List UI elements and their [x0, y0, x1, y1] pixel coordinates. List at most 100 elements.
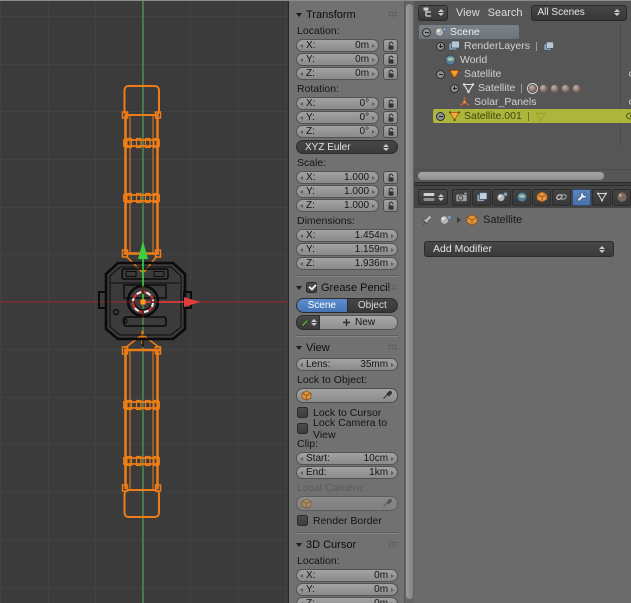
visibility-eye-icon[interactable] — [625, 110, 631, 122]
panel-drag-dots[interactable] — [388, 11, 398, 18]
tab-scene[interactable] — [492, 189, 511, 206]
tab-constraints[interactable] — [552, 189, 571, 206]
scale-x-field[interactable]: X:1.000 — [296, 171, 379, 184]
outliner-row-solar-panels[interactable]: Solar_Panels — [455, 95, 631, 109]
material-sphere-icon[interactable] — [572, 84, 581, 93]
collapse-toggle-icon[interactable] — [436, 70, 445, 79]
lock-button[interactable] — [383, 39, 398, 52]
panel-drag-dots[interactable] — [388, 284, 398, 291]
collapse-toggle-icon[interactable] — [422, 28, 431, 37]
grease-pencil-checkbox[interactable] — [306, 282, 317, 293]
collapse-arrow-icon — [296, 346, 302, 350]
mesh-data-icon — [462, 82, 475, 94]
lock-button[interactable] — [383, 97, 398, 110]
outliner-row-world[interactable]: World — [441, 53, 631, 67]
eyedropper-icon[interactable] — [382, 495, 393, 513]
rotation-z-field[interactable]: Z:0° — [296, 125, 379, 138]
lock-button[interactable] — [383, 185, 398, 198]
rotation-mode-dropdown[interactable]: XYZ Euler — [296, 140, 398, 154]
panel-drag-dots[interactable] — [388, 344, 398, 351]
cursor-x-field[interactable]: X:0m — [296, 569, 398, 582]
breadcrumb-object-name[interactable]: Satellite — [483, 214, 522, 226]
lock-to-object-field[interactable] — [296, 388, 398, 403]
outliner-row-satellite[interactable]: Satellite — [433, 67, 631, 81]
tab-render-layers[interactable] — [472, 189, 491, 206]
dimensions-z-field[interactable]: Z:1.936m — [296, 257, 398, 270]
scrollbar-thumb[interactable] — [418, 172, 604, 180]
tab-object-data[interactable] — [592, 189, 611, 206]
material-sphere-icon[interactable] — [561, 84, 570, 93]
material-sphere-icon[interactable] — [528, 84, 537, 93]
outliner-row-satellite-mesh[interactable]: Satellite — [447, 81, 631, 95]
material-sphere-icon[interactable] — [539, 84, 548, 93]
outliner-row-satellite-001[interactable]: Satellite.001 — [433, 109, 631, 123]
editor-type-button[interactable] — [418, 5, 448, 21]
lock-camera-checkbox[interactable] — [297, 423, 308, 434]
3d-viewport[interactable] — [0, 1, 288, 603]
rotation-y-field[interactable]: Y:0° — [296, 111, 379, 124]
outliner-search-menu[interactable]: Search — [488, 7, 523, 19]
location-y-field[interactable]: Y:0m — [296, 53, 379, 66]
breadcrumb-arrow-icon — [457, 217, 461, 223]
tab-object[interactable] — [532, 189, 551, 206]
outliner-row-scene[interactable]: Scene — [419, 25, 519, 39]
grease-pencil-panel-header[interactable]: Grease Pencil — [296, 281, 398, 294]
scenes-filter-dropdown[interactable]: All Scenes — [531, 5, 627, 21]
lock-button[interactable] — [383, 111, 398, 124]
grease-object-tab[interactable]: Object — [348, 298, 399, 313]
view-panel-header[interactable]: View — [296, 341, 398, 354]
scene-mini-icon[interactable] — [439, 214, 452, 226]
dimensions-y-field[interactable]: Y:1.159m — [296, 243, 398, 256]
outliner-hscrollbar[interactable] — [414, 169, 631, 182]
material-sphere-icon[interactable] — [550, 84, 559, 93]
lock-button[interactable] — [383, 199, 398, 212]
sidebar-scrollbar[interactable] — [404, 1, 414, 603]
panel-drag-dots[interactable] — [388, 541, 398, 548]
outliner-editor: View Search All Scenes Scene — [414, 1, 631, 169]
tab-world[interactable] — [512, 189, 531, 206]
3d-cursor-panel-header[interactable]: 3D Cursor — [296, 538, 398, 551]
expand-toggle-icon[interactable] — [450, 84, 459, 93]
scale-y-field[interactable]: Y:1.000 — [296, 185, 379, 198]
rotation-label: Rotation: — [297, 83, 398, 95]
collapse-toggle-icon[interactable] — [436, 112, 445, 121]
add-modifier-dropdown[interactable]: Add Modifier — [424, 241, 614, 257]
expand-toggle-icon[interactable] — [436, 42, 445, 51]
grease-pencil-tool-button[interactable] — [296, 315, 320, 330]
render-border-checkbox[interactable] — [297, 515, 308, 526]
location-z-field[interactable]: Z:0m — [296, 67, 379, 80]
dropdown-arrows-icon — [383, 144, 389, 151]
grease-new-button[interactable]: New — [320, 315, 398, 330]
editor-type-button[interactable] — [418, 189, 448, 205]
tab-modifiers[interactable] — [572, 189, 591, 206]
rotation-x-field[interactable]: X:0° — [296, 97, 379, 110]
satellite-body[interactable] — [99, 263, 191, 347]
solar-panel-top[interactable] — [123, 86, 161, 272]
clip-end-field[interactable]: End:1km — [296, 466, 398, 479]
tab-render[interactable] — [452, 189, 471, 206]
dimensions-x-field[interactable]: X:1.454m — [296, 229, 398, 242]
scale-z-field[interactable]: Z:1.000 — [296, 199, 379, 212]
pin-icon[interactable] — [422, 213, 434, 226]
local-camera-field[interactable] — [296, 496, 398, 511]
manipulator-green-arrow[interactable] — [138, 241, 148, 259]
scrollbar-thumb[interactable] — [406, 4, 413, 599]
lock-to-cursor-checkbox[interactable] — [297, 407, 308, 418]
cursor-y-field[interactable]: Y:0m — [296, 583, 398, 596]
location-x-field[interactable]: X:0m — [296, 39, 379, 52]
solar-panel-bottom[interactable] — [123, 331, 161, 517]
clip-start-field[interactable]: Start:10cm — [296, 452, 398, 465]
lock-button[interactable] — [383, 171, 398, 184]
tab-material[interactable] — [612, 189, 631, 206]
cursor-z-field[interactable]: Z:0m — [296, 597, 398, 603]
grease-scene-tab[interactable]: Scene — [296, 298, 348, 313]
lock-button[interactable] — [383, 67, 398, 80]
transform-panel-header[interactable]: Transform — [296, 8, 398, 21]
panel-title: 3D Cursor — [306, 539, 356, 551]
lock-button[interactable] — [383, 53, 398, 66]
lock-button[interactable] — [383, 125, 398, 138]
eyedropper-icon[interactable] — [382, 387, 393, 405]
outliner-row-renderlayers[interactable]: RenderLayers — [433, 39, 631, 53]
lens-field[interactable]: Lens:35mm — [296, 358, 398, 371]
outliner-view-menu[interactable]: View — [456, 7, 480, 19]
